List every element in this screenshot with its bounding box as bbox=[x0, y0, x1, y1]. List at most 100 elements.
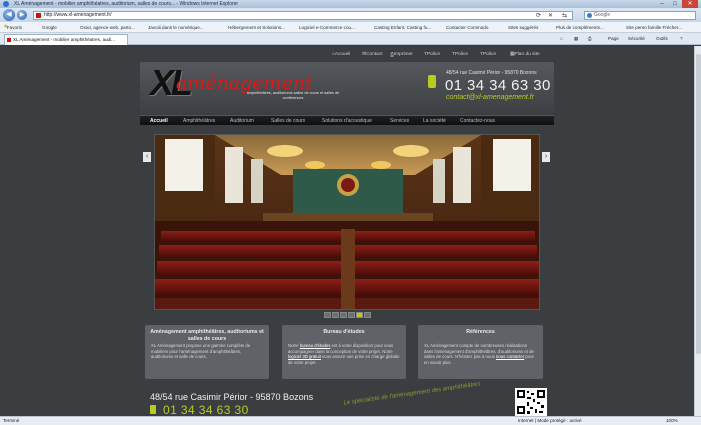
favorites-label: Favoris bbox=[6, 25, 22, 30]
menu-item-home[interactable]: Accueil bbox=[150, 116, 168, 126]
phone-icon bbox=[428, 75, 436, 88]
header-address: 48/54 rue Casimir Périor - 95870 Bozons bbox=[446, 70, 537, 76]
back-button[interactable]: ◀ bbox=[3, 9, 15, 21]
box-title: Aménagement amphithéâtres, auditoriums e… bbox=[150, 329, 264, 342]
vertical-scrollbar[interactable] bbox=[694, 46, 701, 416]
menu-item-acoustics[interactable]: Solutions d'acoustique bbox=[322, 116, 372, 126]
status-text: Terminé bbox=[3, 418, 20, 423]
favorites-button[interactable]: ★ Favoris bbox=[3, 22, 22, 33]
tools-menu[interactable]: Outils bbox=[656, 33, 668, 45]
topnav-font-medium[interactable]: T Police bbox=[452, 52, 468, 57]
tab-current[interactable]: XL Aménagement - mobilier amphithéatres,… bbox=[4, 34, 128, 45]
slider-dot[interactable] bbox=[348, 312, 355, 318]
qr-code bbox=[515, 388, 547, 416]
topnav-font-large[interactable]: T Police bbox=[480, 52, 496, 57]
feeds-icon[interactable]: ▦ bbox=[574, 33, 578, 45]
slider-dot[interactable] bbox=[364, 312, 371, 318]
favorite-link[interactable]: Site perso famille Frécher... bbox=[626, 22, 682, 33]
favorite-link[interactable]: Oxiut, agence web, parto... bbox=[80, 22, 135, 33]
refresh-icon[interactable]: ⟳ bbox=[536, 12, 541, 19]
topnav-font-small[interactable]: T Police bbox=[424, 52, 440, 57]
maximize-button[interactable]: □ bbox=[669, 0, 681, 8]
menu-item-auditorium[interactable]: Auditorium bbox=[230, 116, 254, 126]
menu-item-services[interactable]: Services bbox=[390, 116, 409, 126]
topnav-label: Accueil bbox=[334, 52, 351, 57]
header-email-link[interactable]: contact@xl-amenagement.fr bbox=[446, 94, 534, 101]
qr-code-graphic bbox=[517, 390, 545, 414]
main-menu: Accueil Amphithéâtres Auditorium Salles … bbox=[140, 115, 554, 125]
box-text-part: Notre bbox=[288, 343, 300, 348]
topnav-sitemap[interactable]: ▦ Plan du site bbox=[510, 52, 540, 57]
box-title: Bureau d'études bbox=[323, 329, 365, 335]
ie-logo-icon bbox=[3, 1, 9, 7]
topnav-label: Plan du site bbox=[514, 52, 540, 57]
footer-slogan: Le spécialiste de l'aménagement des amph… bbox=[343, 381, 481, 407]
minimize-button[interactable]: – bbox=[656, 0, 668, 8]
footer-phone: 01 34 34 63 30 bbox=[163, 403, 249, 416]
close-button[interactable]: ✕ bbox=[682, 0, 698, 8]
bureau-etudes-link[interactable]: bureau d'études bbox=[300, 343, 331, 348]
security-menu[interactable]: Sécurité bbox=[628, 33, 645, 45]
favorite-link[interactable]: Casting Enfant, Casting fu... bbox=[374, 22, 431, 33]
page-viewport: ⌂ Accueil ✉ Contact ⎙ Imprimer T Police … bbox=[0, 46, 694, 416]
security-zone[interactable]: Internet | Mode protégé : activé bbox=[518, 417, 582, 425]
address-bar-row: ◀ ▶ http://www.xl-amenagement.fr/ ⟳ ✕ ⇆ … bbox=[0, 8, 701, 22]
info-box-amenagement: Aménagement amphithéâtres, auditoriums e… bbox=[145, 325, 269, 379]
slideshow-image bbox=[154, 134, 540, 310]
logiciel-3d-link[interactable]: logiciel 3D gratuit bbox=[288, 354, 321, 359]
topnav-print[interactable]: ⎙ Imprimer bbox=[390, 52, 413, 58]
footer-phone-icon bbox=[150, 405, 156, 414]
stop-icon[interactable]: ✕ bbox=[548, 12, 553, 19]
slider-dot[interactable] bbox=[324, 312, 331, 318]
url-field[interactable]: http://www.xl-amenagement.fr/ bbox=[33, 11, 573, 20]
slider-dot[interactable] bbox=[332, 312, 339, 318]
search-input[interactable]: Google bbox=[584, 11, 696, 20]
topnav-label: Police bbox=[454, 52, 469, 57]
favorite-link[interactable]: Hébergement et Solutions... bbox=[228, 22, 285, 33]
help-icon[interactable]: ? bbox=[680, 33, 683, 45]
forward-button[interactable]: ▶ bbox=[17, 10, 27, 20]
favorite-link[interactable]: Javoiii dans le numérique... bbox=[148, 22, 204, 33]
logo-tagline: amphithéâtres, auditoriums salles de cou… bbox=[246, 91, 340, 100]
box-text: Notre bureau d'études est à votre dispos… bbox=[288, 343, 400, 365]
topnav-contact[interactable]: ✉ Contact bbox=[362, 52, 383, 57]
header-phone: 01 34 34 63 30 bbox=[445, 77, 551, 94]
topnav-label: Police bbox=[426, 52, 441, 57]
info-box-references: Références XL Aménagement compte de nomb… bbox=[418, 325, 543, 379]
site-favicon-icon bbox=[36, 13, 41, 18]
slider-dot[interactable] bbox=[340, 312, 347, 318]
topnav-home[interactable]: ⌂ Accueil bbox=[332, 52, 350, 57]
scrollbar-thumb[interactable] bbox=[696, 54, 701, 354]
favorite-link[interactable]: Sites suggérés bbox=[508, 22, 538, 33]
menu-item-contact[interactable]: Contactez-nous bbox=[460, 116, 495, 126]
title-bar: XL Aménagement - mobilier amphithéatres,… bbox=[0, 0, 701, 8]
zoom-level[interactable]: 100% bbox=[666, 417, 678, 425]
page-menu[interactable]: Page bbox=[608, 33, 619, 45]
compat-view-icon[interactable]: ⇆ bbox=[562, 12, 567, 19]
url-text: http://www.xl-amenagement.fr/ bbox=[44, 12, 112, 18]
box-text: XL Aménagement compte de nombreuses réal… bbox=[424, 343, 537, 365]
favorite-link[interactable]: Google bbox=[42, 22, 57, 33]
menu-item-amphitheatres[interactable]: Amphithéâtres bbox=[183, 116, 215, 126]
favorite-link[interactable]: Contacter Commodo bbox=[446, 22, 488, 33]
home-icon[interactable]: ⌂ bbox=[560, 33, 563, 45]
info-box-bureau-etudes: Bureau d'études Notre bureau d'études es… bbox=[282, 325, 406, 379]
slider-prev-button[interactable]: ‹ bbox=[143, 152, 151, 162]
print-icon[interactable]: ⎙ bbox=[588, 33, 592, 45]
topnav-label: Police bbox=[482, 52, 497, 57]
favorites-bar: ★ Favoris Google Oxiut, agence web, part… bbox=[0, 22, 701, 33]
favorite-link[interactable]: Logiciel e-Commerce cou... bbox=[299, 22, 355, 33]
tab-title: XL Aménagement - mobilier amphithéatres,… bbox=[13, 37, 115, 42]
box-title: Références bbox=[466, 329, 495, 335]
search-placeholder: Google bbox=[594, 12, 611, 18]
menu-item-company[interactable]: La société bbox=[423, 116, 446, 126]
contact-link[interactable]: nous contacter bbox=[496, 354, 524, 359]
status-bar: Terminé Internet | Mode protégé : activé… bbox=[0, 416, 701, 425]
box-text: XL Aménagement propose une gamme complèt… bbox=[151, 343, 251, 360]
topnav-label: Contact bbox=[366, 52, 383, 57]
window-title: XL Aménagement - mobilier amphithéatres,… bbox=[14, 1, 239, 7]
menu-item-classrooms[interactable]: Salles de cours bbox=[271, 116, 305, 126]
favorite-link[interactable]: Plus de compléments... bbox=[556, 22, 604, 33]
slider-dot-active[interactable] bbox=[356, 312, 363, 318]
slider-next-button[interactable]: › bbox=[542, 152, 550, 162]
